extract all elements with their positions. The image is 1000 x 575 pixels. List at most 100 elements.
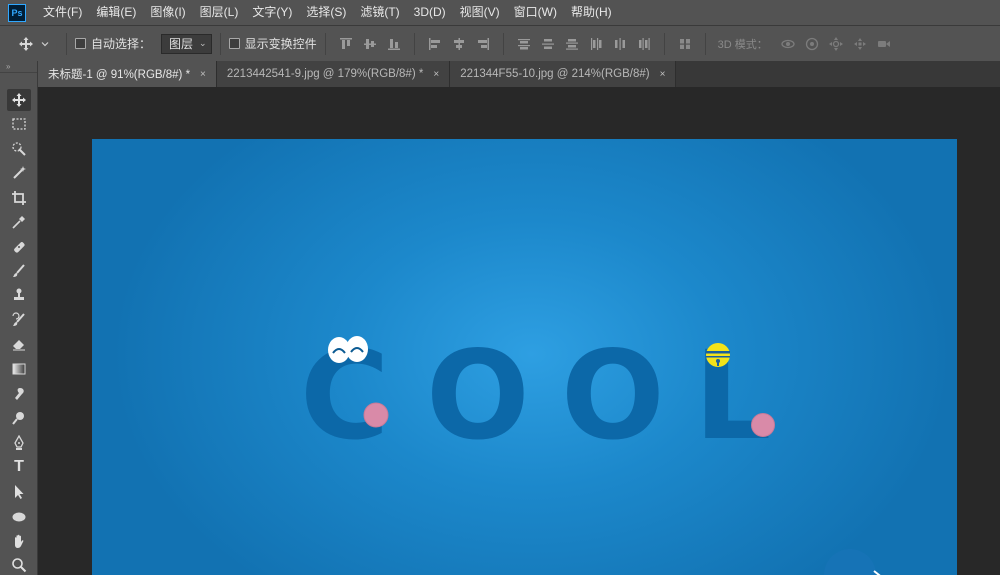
document-tab-bar: 未标题-1 @ 91%(RGB/8#) * × 2213442541-9.jpg… xyxy=(38,61,1000,87)
cheek-decoration xyxy=(751,413,775,437)
document-tab-label: 未标题-1 @ 91%(RGB/8#) * xyxy=(48,69,191,81)
rectangular-marquee-icon xyxy=(12,118,26,130)
brush-icon xyxy=(13,264,25,277)
3d-mode-buttons xyxy=(776,34,896,54)
separator xyxy=(66,32,67,55)
show-transform-label: 显示变换控件 xyxy=(244,37,317,51)
3d-roll-button[interactable] xyxy=(802,34,822,54)
document-workspace[interactable]: C O O L xyxy=(38,87,1000,575)
hand-tool[interactable] xyxy=(7,530,31,552)
distribute-left-button[interactable] xyxy=(586,34,606,54)
healing-brush-tool[interactable] xyxy=(7,236,31,258)
auto-select-checkbox[interactable] xyxy=(75,38,86,49)
menu-layer[interactable]: 图层(L) xyxy=(193,0,246,25)
distribute-left-icon xyxy=(590,37,602,50)
brush-tool[interactable] xyxy=(7,260,31,282)
3d-orbit-button[interactable] xyxy=(778,34,798,54)
options-bar: 自动选择： 图层 ⌄ 显示变换控件 3D 模式： xyxy=(0,25,1000,61)
magic-wand-tool[interactable] xyxy=(7,162,31,184)
marquee-tool[interactable] xyxy=(7,113,31,135)
ellipse-tool[interactable] xyxy=(7,506,31,528)
move-tool[interactable] xyxy=(7,89,31,111)
lasso-tool[interactable] xyxy=(7,138,31,160)
menu-bar: Ps 文件(F) 编辑(E) 图像(I) 图层(L) 文字(Y) 选择(S) 滤… xyxy=(0,0,1000,25)
eraser-tool[interactable] xyxy=(7,333,31,355)
menu-type[interactable]: 文字(Y) xyxy=(245,0,299,25)
3d-pan-button[interactable] xyxy=(826,34,846,54)
3d-slide-button[interactable] xyxy=(850,34,870,54)
align-right-icon xyxy=(477,37,489,50)
document-tab[interactable]: 221344F55-10.jpg @ 214%(RGB/8#) × xyxy=(450,61,677,87)
path-selection-tool[interactable] xyxy=(7,481,31,503)
align-buttons xyxy=(334,32,697,55)
distribute-bottom-icon xyxy=(565,38,578,50)
distribute-top-button[interactable] xyxy=(514,34,534,54)
chevron-down-icon: ⌄ xyxy=(199,38,207,48)
auto-select-label: 自动选择： xyxy=(91,37,152,51)
align-vcenter-button[interactable] xyxy=(360,34,380,54)
distribute-horizontal-center-icon xyxy=(614,37,625,50)
separator xyxy=(324,32,326,55)
align-vertical-center-icon xyxy=(363,38,376,49)
ellipse-icon xyxy=(12,512,26,522)
auto-align-icon xyxy=(678,38,691,49)
align-left-button[interactable] xyxy=(425,34,445,54)
eraser-icon xyxy=(13,340,25,351)
magic-wand-icon xyxy=(13,166,26,179)
history-brush-tool[interactable] xyxy=(7,309,31,331)
pen-tool[interactable] xyxy=(7,432,31,454)
distribute-vcenter-button[interactable] xyxy=(538,34,558,54)
distribute-bottom-button[interactable] xyxy=(562,34,582,54)
close-icon[interactable]: × xyxy=(660,69,666,80)
clone-stamp-tool[interactable] xyxy=(7,284,31,306)
chevron-down-icon xyxy=(41,41,49,46)
separator xyxy=(413,32,415,55)
document-canvas[interactable]: C O O L xyxy=(92,139,957,575)
document-tab-label: 2213442541-9.jpg @ 179%(RGB/8#) * xyxy=(226,68,424,80)
distribute-right-button[interactable] xyxy=(634,34,654,54)
mode-3d-label: 3D 模式： xyxy=(717,38,768,51)
align-hcenter-button[interactable] xyxy=(449,34,469,54)
menu-3d[interactable]: 3D(D) xyxy=(407,0,453,25)
eyedropper-tool[interactable] xyxy=(7,211,31,233)
menu-edit[interactable]: 编辑(E) xyxy=(89,0,143,25)
zoom-tool[interactable] xyxy=(7,554,31,575)
close-icon[interactable]: × xyxy=(433,69,439,80)
align-horizontal-center-icon xyxy=(453,37,464,50)
magnifier-icon xyxy=(12,558,27,573)
move-icon xyxy=(19,36,33,51)
auto-align-layers-button[interactable] xyxy=(675,34,695,54)
dodge-tool[interactable] xyxy=(7,407,31,429)
menu-select[interactable]: 选择(S) xyxy=(299,0,353,25)
crop-tool[interactable] xyxy=(7,187,31,209)
blur-tool[interactable] xyxy=(7,383,31,405)
menu-image[interactable]: 图像(I) xyxy=(143,0,192,25)
move-tool-preset-button[interactable] xyxy=(18,36,58,52)
menu-help[interactable]: 帮助(H) xyxy=(564,0,619,25)
auto-select-target-dropdown[interactable]: 图层 ⌄ xyxy=(161,33,212,54)
distribute-right-icon xyxy=(638,37,650,50)
shape-partial-circle xyxy=(824,549,876,575)
distribute-hcenter-button[interactable] xyxy=(610,34,630,54)
menu-view[interactable]: 视图(V) xyxy=(453,0,507,25)
eyedropper-icon xyxy=(12,216,25,229)
video-camera-icon xyxy=(877,40,890,47)
align-top-button[interactable] xyxy=(336,34,356,54)
gradient-tool[interactable] xyxy=(7,358,31,380)
tools-panel-collapse-button[interactable]: » xyxy=(0,61,37,73)
3d-pan-icon xyxy=(828,36,843,51)
menu-file[interactable]: 文件(F) xyxy=(36,0,89,25)
align-bottom-button[interactable] xyxy=(384,34,404,54)
type-tool[interactable]: T xyxy=(7,456,31,478)
menu-filter[interactable]: 滤镜(T) xyxy=(353,0,406,25)
menu-window[interactable]: 窗口(W) xyxy=(507,0,564,25)
show-transform-checkbox[interactable] xyxy=(228,38,240,49)
close-icon[interactable]: × xyxy=(200,69,206,80)
quick-selection-icon xyxy=(12,142,26,156)
3d-scale-button[interactable] xyxy=(874,34,894,54)
cheek-decoration xyxy=(363,402,389,428)
document-tab[interactable]: 2213442541-9.jpg @ 179%(RGB/8#) * × xyxy=(216,61,451,87)
move-icon xyxy=(12,93,26,107)
document-tab[interactable]: 未标题-1 @ 91%(RGB/8#) * × xyxy=(38,61,217,87)
align-right-button[interactable] xyxy=(473,34,493,54)
